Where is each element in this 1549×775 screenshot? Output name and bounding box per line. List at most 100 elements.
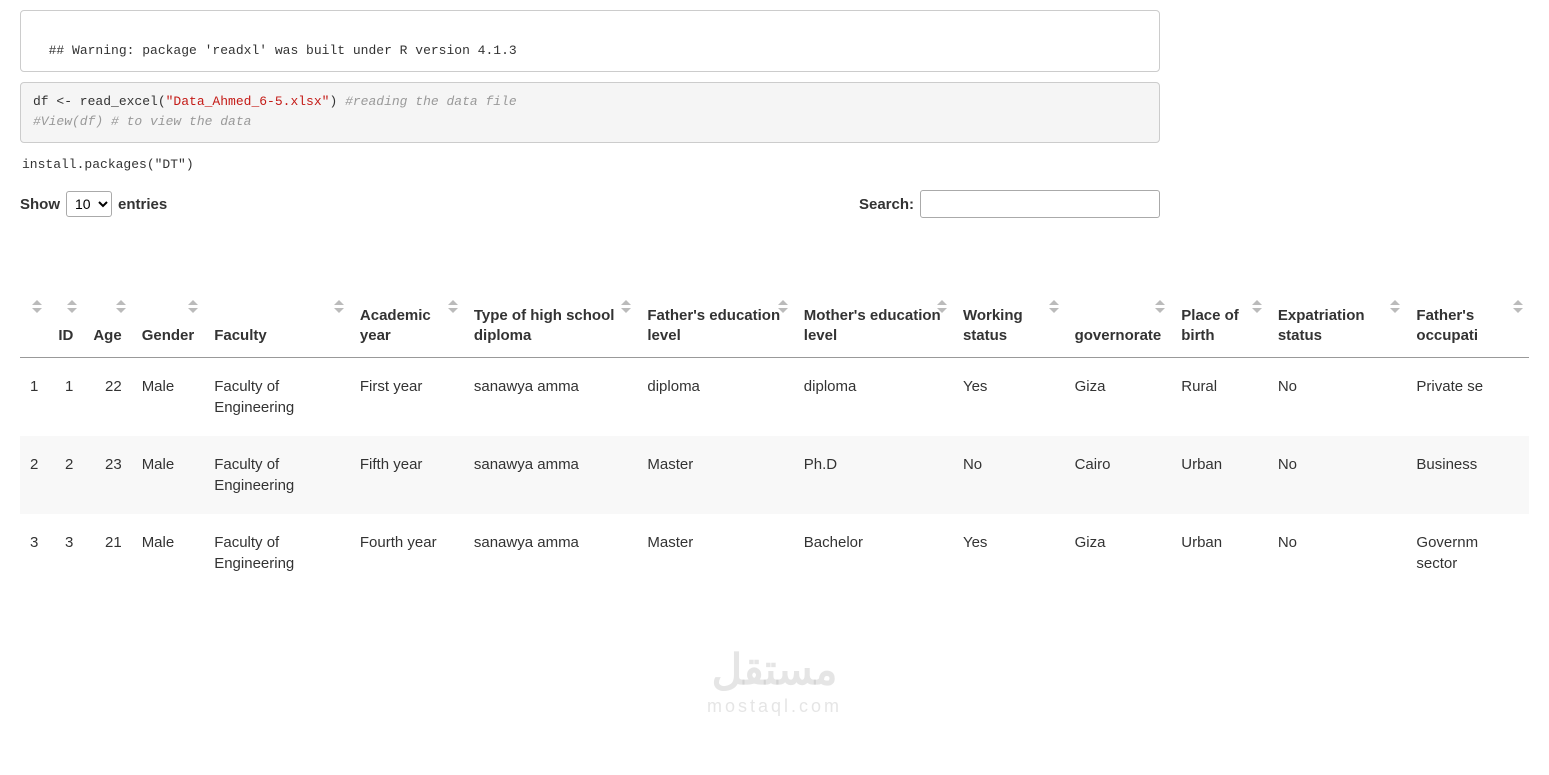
length-control: Show 10 entries bbox=[20, 191, 167, 217]
column-header-label: Father's education level bbox=[647, 307, 780, 344]
column-header-label: Type of high school diploma bbox=[474, 307, 615, 344]
table-cell: 1 bbox=[48, 357, 83, 436]
table-cell: 23 bbox=[83, 436, 131, 514]
sort-icon[interactable] bbox=[116, 300, 126, 314]
table-head: ID Age Gender Faculty Academic year Type of h… bbox=[20, 298, 1529, 357]
column-header[interactable]: Type of high school diploma bbox=[464, 298, 638, 357]
table-cell: Yes bbox=[953, 514, 1065, 592]
table-cell: Giza bbox=[1065, 357, 1172, 436]
sort-icon[interactable] bbox=[32, 300, 42, 314]
table-cell: No bbox=[953, 436, 1065, 514]
table-cell: Fifth year bbox=[350, 436, 464, 514]
table-cell: 22 bbox=[83, 357, 131, 436]
src-string: "Data_Ahmed_6-5.xlsx" bbox=[166, 94, 330, 109]
table-cell: First year bbox=[350, 357, 464, 436]
watermark-main: مستقل bbox=[712, 646, 838, 693]
column-header-label: Father's occupati bbox=[1416, 307, 1478, 344]
table-cell: sanawya amma bbox=[464, 436, 638, 514]
table-cell: Rural bbox=[1171, 357, 1268, 436]
table-cell: Faculty of Engineering bbox=[204, 514, 350, 592]
table-cell: No bbox=[1268, 436, 1407, 514]
table-cell: 3 bbox=[20, 514, 48, 592]
table-cell: Male bbox=[132, 436, 205, 514]
column-header[interactable]: ID bbox=[48, 298, 83, 357]
table-cell: No bbox=[1268, 357, 1407, 436]
column-header[interactable]: Father's occupati bbox=[1406, 298, 1529, 357]
table-cell: Ph.D bbox=[794, 436, 953, 514]
column-header-label: Working status bbox=[963, 307, 1023, 344]
table-cell: 2 bbox=[20, 436, 48, 514]
column-header[interactable]: Father's education level bbox=[637, 298, 793, 357]
column-header-label: Academic year bbox=[360, 307, 431, 344]
sort-icon[interactable] bbox=[1049, 300, 1059, 314]
table-cell: Male bbox=[132, 357, 205, 436]
table-cell: Master bbox=[637, 514, 793, 592]
r-warning-text: ## Warning: package 'readxl' was built u… bbox=[49, 43, 517, 58]
column-header-label: Place of birth bbox=[1181, 307, 1239, 344]
table-cell: 21 bbox=[83, 514, 131, 592]
search-input[interactable] bbox=[920, 190, 1160, 218]
watermark-sub: mostaql.com bbox=[707, 697, 842, 715]
table-cell: Governm sector bbox=[1406, 514, 1529, 592]
datatable-controls: Show 10 entries Search: bbox=[20, 190, 1160, 218]
column-header-label: Gender bbox=[142, 327, 195, 344]
table-cell: Urban bbox=[1171, 436, 1268, 514]
table-cell: Master bbox=[637, 436, 793, 514]
table-cell: Faculty of Engineering bbox=[204, 357, 350, 436]
install-line: install.packages("DT") bbox=[20, 153, 1529, 190]
table-cell: Male bbox=[132, 514, 205, 592]
table-cell: Private se bbox=[1406, 357, 1529, 436]
entries-label: entries bbox=[118, 196, 167, 213]
table-cell: Bachelor bbox=[794, 514, 953, 592]
column-header[interactable]: governorate bbox=[1065, 298, 1172, 357]
column-header[interactable] bbox=[20, 298, 48, 357]
length-select[interactable]: 10 bbox=[66, 191, 112, 217]
sort-icon[interactable] bbox=[448, 300, 458, 314]
column-header[interactable]: Working status bbox=[953, 298, 1065, 357]
show-label: Show bbox=[20, 196, 60, 213]
table-body: 1122MaleFaculty of EngineeringFirst year… bbox=[20, 357, 1529, 592]
sort-icon[interactable] bbox=[937, 300, 947, 314]
column-header[interactable]: Mother's education level bbox=[794, 298, 953, 357]
sort-icon[interactable] bbox=[778, 300, 788, 314]
table-cell: diploma bbox=[637, 357, 793, 436]
column-header-label: governorate bbox=[1075, 327, 1162, 344]
table-cell: Fourth year bbox=[350, 514, 464, 592]
column-header[interactable]: Faculty bbox=[204, 298, 350, 357]
watermark: مستقل mostaql.com bbox=[707, 649, 842, 715]
column-header[interactable]: Age bbox=[83, 298, 131, 357]
search-control: Search: bbox=[859, 190, 1160, 218]
table-row: 1122MaleFaculty of EngineeringFirst year… bbox=[20, 357, 1529, 436]
sort-icon[interactable] bbox=[1390, 300, 1400, 314]
table-cell: No bbox=[1268, 514, 1407, 592]
sort-icon[interactable] bbox=[334, 300, 344, 314]
sort-icon[interactable] bbox=[188, 300, 198, 314]
column-header-label: ID bbox=[58, 327, 73, 344]
sort-icon[interactable] bbox=[1513, 300, 1523, 314]
data-table: ID Age Gender Faculty Academic year Type of h… bbox=[20, 298, 1529, 592]
src-pre: df <- read_excel( bbox=[33, 94, 166, 109]
table-cell: Yes bbox=[953, 357, 1065, 436]
src-comment2: #View(df) # to view the data bbox=[33, 114, 251, 129]
table-row: 2223MaleFaculty of EngineeringFifth year… bbox=[20, 436, 1529, 514]
sort-icon[interactable] bbox=[1252, 300, 1262, 314]
search-label: Search: bbox=[859, 196, 914, 213]
sort-icon[interactable] bbox=[67, 300, 77, 314]
column-header-label: Age bbox=[93, 327, 121, 344]
column-header-label: Faculty bbox=[214, 327, 267, 344]
table-cell: Cairo bbox=[1065, 436, 1172, 514]
table-cell: Faculty of Engineering bbox=[204, 436, 350, 514]
table-cell: sanawya amma bbox=[464, 357, 638, 436]
column-header[interactable]: Academic year bbox=[350, 298, 464, 357]
table-cell: 1 bbox=[20, 357, 48, 436]
column-header[interactable]: Place of birth bbox=[1171, 298, 1268, 357]
table-row: 3321MaleFaculty of EngineeringFourth yea… bbox=[20, 514, 1529, 592]
sort-icon[interactable] bbox=[1155, 300, 1165, 314]
table-cell: 2 bbox=[48, 436, 83, 514]
table-cell: Urban bbox=[1171, 514, 1268, 592]
column-header[interactable]: Gender bbox=[132, 298, 205, 357]
column-header-label: Expatriation status bbox=[1278, 307, 1365, 344]
r-warning-output: ## Warning: package 'readxl' was built u… bbox=[20, 10, 1160, 72]
column-header[interactable]: Expatriation status bbox=[1268, 298, 1407, 357]
sort-icon[interactable] bbox=[621, 300, 631, 314]
